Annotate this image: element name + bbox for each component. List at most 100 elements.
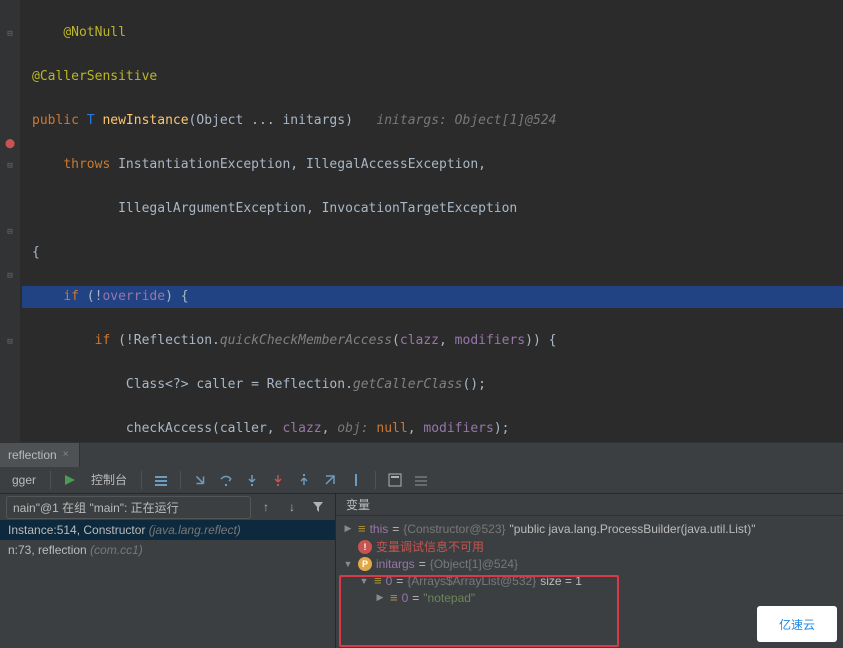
var-name: 0 — [402, 591, 409, 605]
tab-label: reflection — [8, 448, 57, 462]
var-tostring: "public java.lang.ProcessBuilder(java.ut… — [510, 522, 756, 536]
txt: , — [322, 421, 338, 436]
separator — [50, 471, 51, 489]
type: T — [87, 113, 95, 128]
frame-label: Instance:514, Constructor — [8, 523, 149, 537]
kw: if — [95, 333, 111, 348]
var-size: size = 1 — [540, 574, 582, 588]
force-step-into-icon[interactable] — [267, 469, 289, 491]
fold-icon[interactable]: ⊟ — [5, 29, 15, 39]
error-icon: ! — [358, 540, 372, 554]
txt: = — [412, 591, 419, 605]
expand-icon[interactable]: ▶ — [342, 523, 354, 534]
object-icon: ≡ — [374, 573, 382, 588]
var-value: {Arrays$ArrayList@532} — [407, 574, 536, 588]
layout-icon[interactable] — [150, 469, 172, 491]
debug-body: nain"@1 在组 "main": 正在运行 ↑ ↓ Instance:514… — [0, 494, 843, 648]
txt: IllegalArgumentException — [118, 201, 306, 216]
annotation: @NotNull — [63, 25, 126, 40]
breakpoint-icon[interactable]: ⬤ — [5, 139, 15, 149]
separator — [180, 471, 181, 489]
collapse-icon[interactable]: ▼ — [358, 576, 370, 586]
txt: (!Reflection. — [118, 333, 220, 348]
txt: , — [306, 201, 314, 216]
annotation: @CallerSensitive — [32, 69, 157, 84]
thread-label: nain"@1 在组 "main": 正在运行 — [13, 501, 179, 515]
kw: null — [376, 421, 407, 436]
code-area[interactable]: @NotNull @CallerSensitive public T newIn… — [0, 0, 843, 442]
frame-item[interactable]: Instance:514, Constructor (java.lang.ref… — [0, 520, 335, 540]
logo-text: 亿速云 — [779, 616, 815, 633]
current-line: if (!override) { — [22, 286, 843, 308]
collapse-icon[interactable]: ▼ — [342, 559, 354, 569]
var-value: "notepad" — [423, 591, 475, 605]
debug-tab-reflection[interactable]: reflection × — [0, 443, 80, 467]
expand-icon[interactable]: ▶ — [374, 592, 386, 603]
variables-title: 变量 — [336, 494, 843, 516]
field: clazz — [282, 421, 321, 436]
param-icon: P — [358, 557, 372, 571]
var-value: {Constructor@523} — [403, 522, 505, 536]
var-name: this — [370, 522, 389, 536]
step-out-icon[interactable] — [293, 469, 315, 491]
txt: IllegalAccessException — [306, 157, 478, 172]
fold-icon[interactable]: ⊟ — [5, 337, 15, 347]
kw: if — [63, 289, 79, 304]
var-row-error: ! 变量调试信息不可用 — [342, 537, 837, 556]
frame-item[interactable]: n:73, reflection (com.cc1) — [0, 540, 335, 560]
frames-list[interactable]: Instance:514, Constructor (java.lang.ref… — [0, 520, 335, 648]
show-exec-icon[interactable] — [189, 469, 211, 491]
frame-label: n:73, reflection — [8, 543, 90, 557]
fold-icon[interactable]: ⊟ — [5, 227, 15, 237]
txt: , — [290, 157, 298, 172]
frames-header: nain"@1 在组 "main": 正在运行 ↑ ↓ — [0, 494, 335, 520]
object-icon: ≡ — [390, 590, 398, 605]
txt: = — [396, 574, 403, 588]
prev-frame-icon[interactable]: ↑ — [255, 496, 277, 518]
thread-selector[interactable]: nain"@1 在组 "main": 正在运行 — [6, 496, 251, 519]
static-method: getCallerClass — [353, 377, 463, 392]
inline-hint: initargs: Object[1]@524 — [376, 113, 556, 128]
param-hint: obj: — [337, 421, 368, 436]
txt: = — [392, 522, 399, 536]
var-name: initargs — [376, 557, 415, 571]
run-to-cursor-icon[interactable] — [345, 469, 367, 491]
next-frame-icon[interactable]: ↓ — [281, 496, 303, 518]
close-icon[interactable]: × — [63, 449, 69, 460]
txt: checkAccess(caller, — [126, 421, 283, 436]
txt: (); — [462, 377, 485, 392]
var-row-list-0[interactable]: ▶ ≡ 0 = "notepad" — [342, 589, 837, 606]
var-name: 0 — [386, 574, 393, 588]
field: modifiers — [455, 333, 525, 348]
step-over-icon[interactable] — [215, 469, 237, 491]
resume-icon[interactable] — [59, 469, 81, 491]
method: newInstance — [102, 113, 188, 128]
kw: public — [32, 113, 79, 128]
separator — [141, 471, 142, 489]
filter-icon[interactable] — [307, 496, 329, 518]
txt: (! — [87, 289, 103, 304]
fold-icon[interactable]: ⊟ — [5, 271, 15, 281]
txt: (Object ... initargs) — [189, 113, 353, 128]
var-row-initargs[interactable]: ▼ P initargs = {Object[1]@524} — [342, 556, 837, 572]
txt: = — [419, 557, 426, 571]
txt: ) { — [165, 289, 188, 304]
var-row-this[interactable]: ▶ ≡ this = {Constructor@523} "public jav… — [342, 520, 837, 537]
evaluate-icon[interactable] — [384, 469, 406, 491]
gutter: ⊟ ⬤ ⊟ ⊟ ⊟ ⊟ — [0, 0, 20, 442]
separator — [375, 471, 376, 489]
var-value: {Object[1]@524} — [430, 557, 518, 571]
drop-frame-icon[interactable] — [319, 469, 341, 491]
txt: ( — [392, 333, 400, 348]
txt: )) { — [525, 333, 556, 348]
trace-icon[interactable] — [410, 469, 432, 491]
code-editor[interactable]: ⊟ ⬤ ⊟ ⊟ ⊟ ⊟ @NotNull @CallerSensitive pu… — [0, 0, 843, 442]
fold-icon[interactable]: ⊟ — [5, 161, 15, 171]
var-row-array-0[interactable]: ▼ ≡ 0 = {Arrays$ArrayList@532} size = 1 — [342, 572, 837, 589]
field: clazz — [400, 333, 439, 348]
field: override — [102, 289, 165, 304]
txt: , — [408, 421, 424, 436]
console-tab[interactable]: 控制台 — [85, 471, 133, 488]
step-into-icon[interactable] — [241, 469, 263, 491]
debugger-tab[interactable]: gger — [6, 473, 42, 487]
